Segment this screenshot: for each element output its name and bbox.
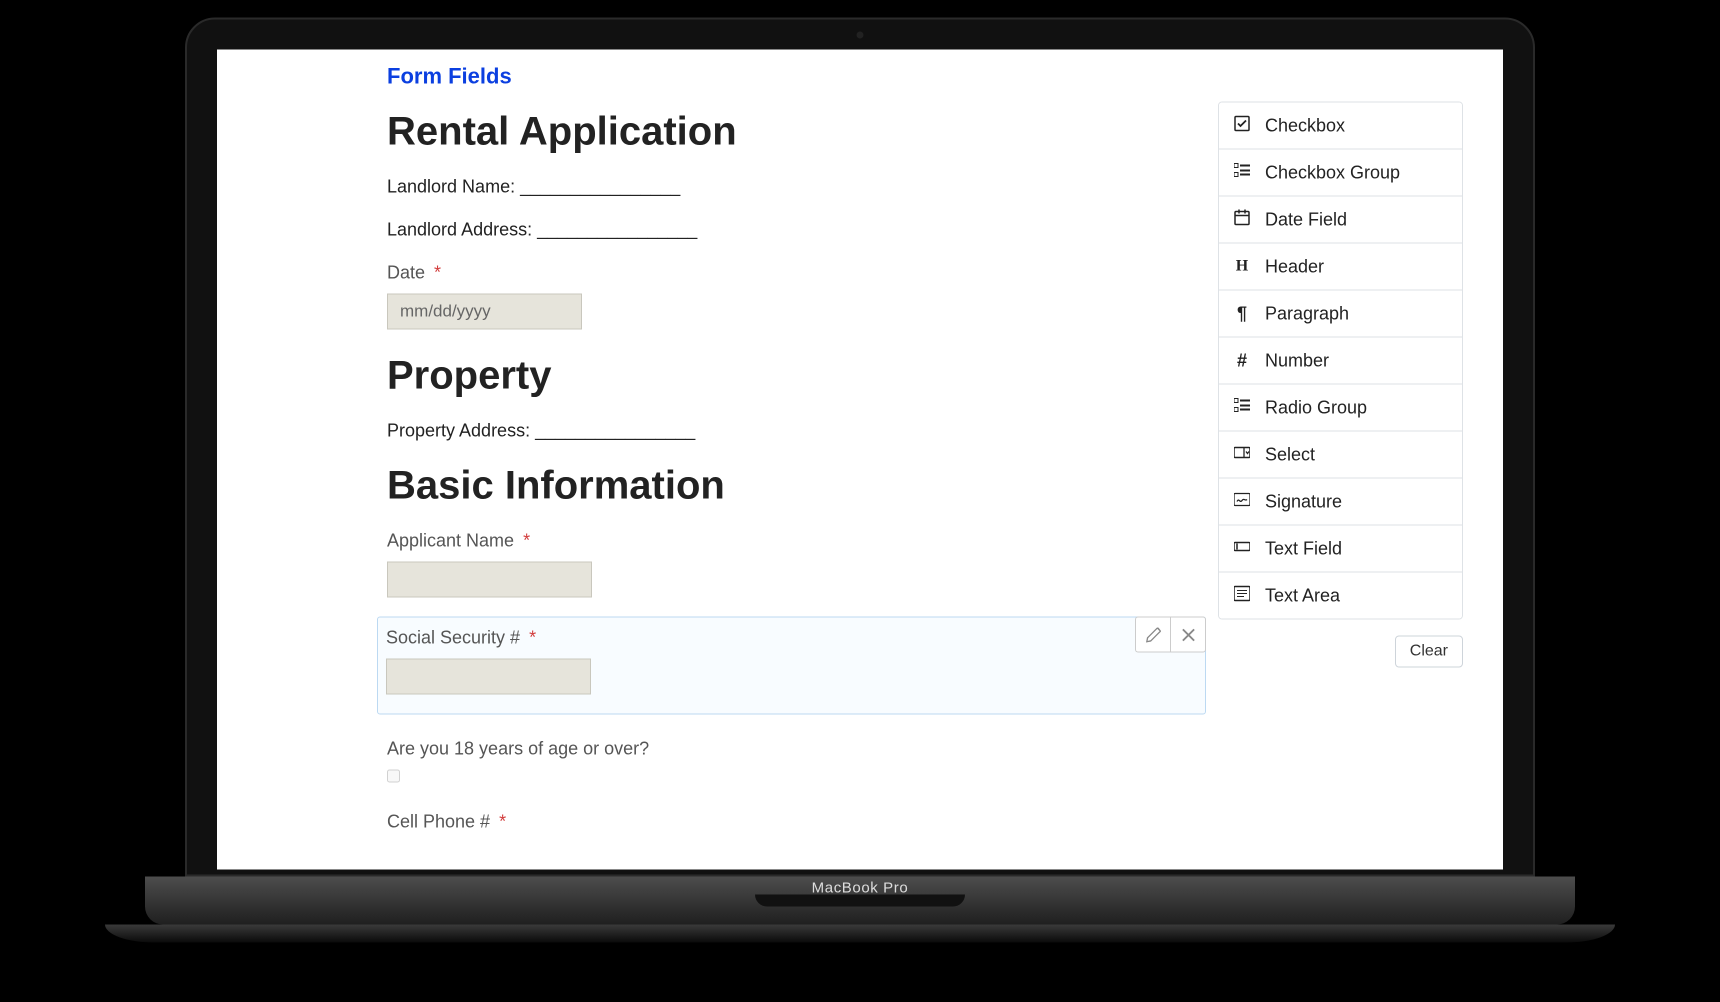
palette-item-label: Number [1265, 350, 1329, 371]
main-columns: Rental Application Landlord Name: ______… [387, 102, 1463, 857]
palette-item-label: Signature [1265, 491, 1342, 512]
field-palette-column: Checkbox Checkbox Group [1218, 102, 1463, 857]
check-square-icon [1233, 115, 1251, 136]
remove-field-button[interactable] [1170, 617, 1206, 653]
clear-button[interactable]: Clear [1395, 636, 1463, 668]
laptop-base: MacBook Pro [145, 877, 1575, 925]
palette-item-label: Checkbox Group [1265, 162, 1400, 183]
palette-radio-group[interactable]: Radio Group [1219, 385, 1462, 432]
page-title: Form Fields [387, 64, 1463, 90]
palette-item-label: Header [1265, 256, 1324, 277]
ssn-input[interactable] [386, 659, 591, 695]
property-address-text: Property Address: ________________ [387, 421, 1196, 442]
laptop-frame: Form Fields Rental Application Landlord … [185, 18, 1535, 877]
date-label-text: Date [387, 263, 425, 283]
field-palette: Checkbox Checkbox Group [1218, 102, 1463, 620]
palette-checkbox[interactable]: Checkbox [1219, 103, 1462, 150]
cell-phone-label: Cell Phone # * [387, 812, 1196, 833]
laptop-lip [105, 925, 1615, 943]
header-icon: H [1233, 258, 1251, 276]
applicant-name-input[interactable] [387, 562, 592, 598]
palette-header[interactable]: H Header [1219, 244, 1462, 291]
list-check-icon [1233, 162, 1251, 183]
calendar-icon [1233, 209, 1251, 230]
age-question-label: Are you 18 years of age or over? [387, 739, 1196, 760]
palette-item-label: Text Field [1265, 538, 1342, 559]
close-icon [1181, 627, 1196, 642]
required-marker: * [434, 263, 441, 283]
palette-date-field[interactable]: Date Field [1219, 197, 1462, 244]
landlord-name-text: Landlord Name: ________________ [387, 177, 1196, 198]
palette-checkbox-group[interactable]: Checkbox Group [1219, 150, 1462, 197]
app-viewport: Form Fields Rental Application Landlord … [217, 50, 1503, 870]
required-marker: * [529, 628, 536, 648]
text-field-icon [1233, 538, 1251, 559]
date-field-block[interactable]: Date * mm/dd/yyyy [387, 263, 1196, 330]
cell-phone-block[interactable]: Cell Phone # * [387, 812, 1196, 833]
ssn-label-text: Social Security # [386, 628, 520, 648]
date-input[interactable]: mm/dd/yyyy [387, 294, 582, 330]
applicant-name-label: Applicant Name * [387, 531, 1196, 552]
palette-paragraph[interactable]: ¶ Paragraph [1219, 291, 1462, 338]
ssn-block-selected[interactable]: Social Security # * [377, 617, 1206, 715]
ssn-label: Social Security # * [386, 628, 1197, 649]
palette-text-field[interactable]: Text Field [1219, 526, 1462, 573]
laptop-mockup: Form Fields Rental Application Landlord … [185, 18, 1535, 943]
pilcrow-icon: ¶ [1233, 303, 1251, 324]
applicant-name-block[interactable]: Applicant Name * [387, 531, 1196, 603]
palette-item-label: Checkbox [1265, 115, 1345, 136]
date-label: Date * [387, 263, 1196, 284]
form-heading-3: Basic Information [387, 464, 1196, 509]
form-canvas[interactable]: Rental Application Landlord Name: ______… [387, 102, 1196, 857]
palette-item-label: Select [1265, 444, 1315, 465]
palette-signature[interactable]: Signature [1219, 479, 1462, 526]
pencil-icon [1146, 627, 1161, 642]
trackpad-notch [755, 895, 965, 907]
palette-select[interactable]: Select [1219, 432, 1462, 479]
applicant-name-label-text: Applicant Name [387, 531, 514, 551]
palette-item-label: Paragraph [1265, 303, 1349, 324]
landlord-address-text: Landlord Address: ________________ [387, 220, 1196, 241]
list-radio-icon [1233, 397, 1251, 418]
hash-icon: # [1233, 350, 1251, 371]
text-area-icon [1233, 585, 1251, 606]
signature-icon [1233, 491, 1251, 512]
palette-item-label: Date Field [1265, 209, 1347, 230]
palette-item-label: Text Area [1265, 585, 1340, 606]
cell-phone-label-text: Cell Phone # [387, 812, 490, 832]
palette-text-area[interactable]: Text Area [1219, 573, 1462, 619]
required-marker: * [499, 812, 506, 832]
palette-item-label: Radio Group [1265, 397, 1367, 418]
form-heading-1: Rental Application [387, 110, 1196, 155]
select-icon [1233, 444, 1251, 465]
camera-icon [857, 32, 864, 39]
age-checkbox[interactable] [387, 770, 400, 783]
edit-field-button[interactable] [1135, 617, 1170, 653]
form-heading-2: Property [387, 354, 1196, 399]
age-question-block[interactable]: Are you 18 years of age or over? [387, 739, 1196, 788]
required-marker: * [523, 531, 530, 551]
screen: Form Fields Rental Application Landlord … [217, 50, 1503, 870]
field-toolbar [1135, 617, 1206, 653]
palette-number[interactable]: # Number [1219, 338, 1462, 385]
clear-row: Clear [1218, 636, 1463, 668]
